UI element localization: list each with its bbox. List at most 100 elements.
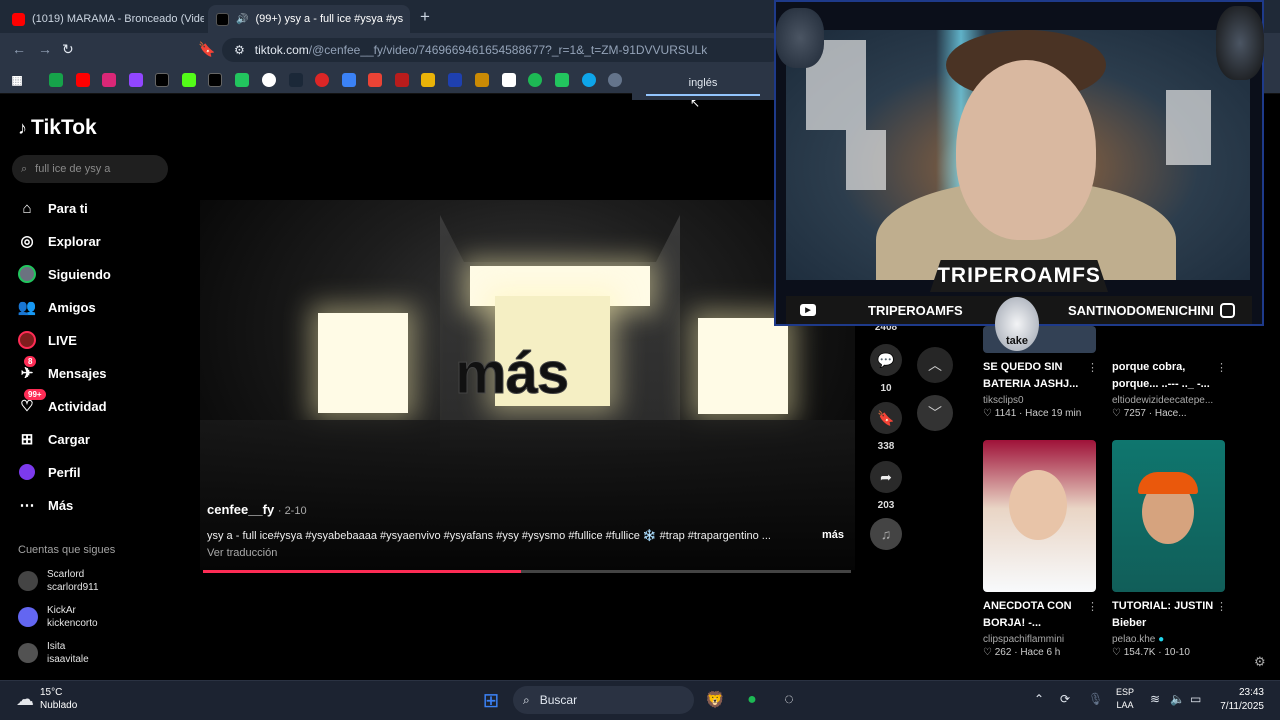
following-account[interactable]: KickAr kickencorto — [18, 604, 98, 630]
brave-browser-icon[interactable]: 🦁 — [703, 688, 727, 712]
see-translation-link[interactable]: Ver traducción — [207, 547, 277, 559]
browser-tab-tiktok[interactable]: 🔊 (99+) ysy a - full ice #ysya #ys ✕ — [208, 5, 410, 33]
bookmark-icon-3[interactable] — [315, 73, 329, 87]
card-menu-icon[interactable]: ⋮ — [1087, 600, 1098, 613]
microphone-icon[interactable]: 🎙 — [1088, 692, 1103, 706]
weather-widget[interactable]: ☁ 15°C Nublado — [16, 686, 77, 712]
chevron-up-icon: ︿ — [928, 357, 942, 373]
steam-bookmark-icon[interactable] — [289, 73, 303, 87]
bookmark-icon-1[interactable] — [49, 73, 63, 87]
video-author[interactable]: cenfee__fy · 2-10 — [207, 502, 307, 517]
paypal-bookmark-icon[interactable] — [448, 73, 462, 87]
video-screen-right — [698, 318, 788, 414]
card-menu-icon[interactable]: ⋮ — [1087, 361, 1098, 374]
gmail-bookmark-icon[interactable] — [368, 73, 382, 87]
card-menu-icon[interactable]: ⋮ — [1216, 600, 1227, 613]
related-video-card[interactable]: porque cobra, porque... ..--- .._ -... e… — [1112, 326, 1225, 419]
nav-label: Siguiendo — [48, 266, 111, 282]
nav-label: Cargar — [48, 431, 90, 447]
following-account[interactable]: Isita isaavitale — [18, 640, 89, 666]
wifi-icon[interactable]: ≋ — [1150, 692, 1160, 706]
nav-mensajes[interactable]: ✈ 8 Mensajes — [18, 356, 107, 382]
spotify-bookmark-icon[interactable] — [528, 73, 542, 87]
nav-actividad[interactable]: ♡ 99+ Actividad — [18, 389, 107, 415]
music-disc-icon: ♫ — [870, 518, 902, 550]
related-user: tiksclips0 — [983, 395, 1024, 406]
lang-region: LAA — [1116, 700, 1134, 710]
bookmark-icon-9[interactable] — [608, 73, 622, 87]
nav-explorar[interactable]: ◎ Explorar — [18, 232, 100, 250]
next-video-button[interactable]: ﹀ — [917, 395, 953, 431]
bookmark-icon-4[interactable] — [395, 73, 409, 87]
back-icon[interactable]: ← — [12, 41, 26, 57]
search-input[interactable]: ⌕ full ice de ysy a — [12, 155, 168, 183]
weather-desc: Nublado — [40, 700, 78, 711]
post-time: Hace 6 h — [1020, 647, 1061, 658]
app-icon[interactable]: ◌ — [777, 688, 801, 712]
related-video-card[interactable]: ANECDOTA CON BORJA! -... clipspachiflamm… — [983, 440, 1096, 658]
tiktok-logo[interactable]: ♪ TikTok — [18, 116, 97, 140]
related-stats: ♡ 154.7K · 10-10 — [1112, 647, 1190, 658]
url-field[interactable]: ⚙ tiktok.com/@cenfee__fy/video/746966946… — [222, 38, 782, 62]
previous-video-button[interactable]: ︿ — [917, 347, 953, 383]
spotify-icon[interactable]: ● — [740, 688, 764, 712]
nav-perfil[interactable]: Perfil — [18, 463, 81, 481]
description-more-link[interactable]: más — [822, 529, 844, 541]
nav-mas[interactable]: ⋯ Más — [18, 496, 74, 514]
badge-text: take — [1005, 335, 1029, 347]
twitch-bookmark-icon[interactable] — [129, 73, 143, 87]
nav-para-ti[interactable]: ⌂ Para ti — [18, 199, 88, 217]
video-description: ysy a - full ice#ysya #ysyabebaaaa #ysya… — [207, 530, 771, 542]
kick-bookmark-icon[interactable] — [182, 73, 196, 87]
nav-label: Mensajes — [48, 365, 107, 381]
card-menu-icon[interactable]: ⋮ — [1216, 361, 1227, 374]
mascot-right-icon — [1216, 6, 1264, 80]
windows-start-icon[interactable]: ⊞ — [479, 688, 503, 712]
language-indicator[interactable]: ESP LAA — [1116, 686, 1134, 712]
bookmark-icon-6[interactable] — [475, 73, 489, 87]
system-clock[interactable]: 23:43 7/11/2025 — [1200, 686, 1264, 714]
nav-siguiendo[interactable]: Siguiendo — [18, 265, 111, 283]
bookmark-icon[interactable]: 🔖 — [198, 41, 215, 58]
instagram-bookmark-icon[interactable] — [102, 73, 116, 87]
save-action[interactable]: 🔖 338 — [870, 402, 902, 452]
related-user: eltiodewizideecatepe... — [1112, 395, 1214, 406]
browser-tab-youtube[interactable]: (1019) MARAMA - Bronceado (Video — [4, 5, 204, 33]
new-tab-button[interactable]: + — [420, 7, 430, 27]
youtube-bookmark-icon[interactable] — [76, 73, 90, 87]
translate-language: inglés — [688, 77, 718, 89]
nav-label: Para ti — [48, 200, 88, 216]
sync-icon[interactable]: ⟳ — [1060, 692, 1070, 706]
x-bookmark-icon[interactable] — [208, 73, 222, 87]
video-progress-bar[interactable] — [203, 570, 851, 573]
google-bookmark-icon[interactable] — [262, 73, 276, 87]
reload-icon[interactable]: ↻ — [62, 41, 74, 58]
bookmark-icon-5[interactable] — [421, 73, 435, 87]
bookmark-icon-7[interactable] — [502, 73, 516, 87]
following-account[interactable]: Scarlord scarlord911 — [18, 568, 99, 594]
download-bookmark-icon[interactable] — [555, 73, 569, 87]
nav-amigos[interactable]: 👥 Amigos — [18, 298, 96, 316]
nav-live[interactable]: LIVE — [18, 331, 77, 349]
comment-action[interactable]: 💬 10 — [870, 344, 902, 394]
related-title: SE QUEDO SIN BATERIA JASHJ... — [983, 361, 1079, 390]
docs-bookmark-icon[interactable] — [342, 73, 356, 87]
related-video-card[interactable]: TUTORIAL: JUSTIN Bieber pelao.khe ● ♡ 15… — [1112, 440, 1225, 658]
site-info-icon[interactable]: ⚙ — [234, 43, 245, 57]
tiktok-bookmark-icon[interactable] — [155, 73, 169, 87]
notification-badge: 99+ — [24, 389, 46, 400]
sound-disc[interactable]: ♫ — [870, 518, 902, 550]
nav-cargar[interactable]: ⊞ Cargar — [18, 430, 90, 448]
chevron-up-icon[interactable]: ⌃ — [1034, 692, 1044, 706]
gear-icon[interactable]: ⚙ — [1254, 654, 1266, 670]
bookmark-icon-2[interactable] — [235, 73, 249, 87]
apps-grid-icon[interactable]: ▦ — [10, 73, 24, 87]
translate-popup[interactable]: inglés — [632, 66, 774, 100]
share-action[interactable]: ➦ 203 — [870, 461, 902, 511]
activity-icon: ♡ 99+ — [18, 389, 46, 415]
taskbar-search[interactable]: ⌕ Buscar — [513, 686, 694, 714]
tab-title: (99+) ysy a - full ice #ysya #ys — [255, 13, 404, 25]
forward-icon[interactable]: → — [38, 41, 52, 57]
bookmark-icon-8[interactable] — [582, 73, 596, 87]
volume-icon[interactable]: 🔈 — [1170, 692, 1185, 706]
